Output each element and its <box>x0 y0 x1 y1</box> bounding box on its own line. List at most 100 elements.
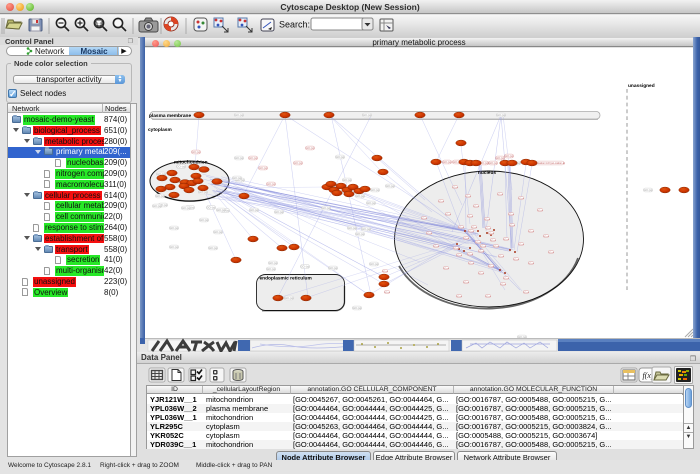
svg-text:GO:-(a): GO:-(a) <box>192 150 201 154</box>
svg-text:GO:-(a): GO:-(a) <box>209 246 218 250</box>
svg-text:GO:-(a): GO:-(a) <box>496 156 505 160</box>
svg-text:GO:nn: GO:nn <box>493 246 499 248</box>
svg-text:GO:nn: GO:nn <box>456 296 462 298</box>
svg-text:1:1: 1:1 <box>96 22 103 27</box>
svg-text:GO:-(a): GO:-(a) <box>285 296 294 300</box>
svg-text:GO:nn: GO:nn <box>468 263 474 265</box>
svg-text:GO:-(a): GO:-(a) <box>235 156 244 160</box>
svg-text:GO:-(a): GO:-(a) <box>250 208 259 212</box>
svg-text:GO:nn: GO:nn <box>537 210 543 212</box>
svg-text:GO:-(a): GO:-(a) <box>156 194 165 198</box>
svg-text:GO:nn: GO:nn <box>468 231 474 233</box>
svg-text:GO:nn: GO:nn <box>518 244 524 246</box>
svg-text:GO:nn: GO:nn <box>463 238 469 240</box>
svg-text:GO:nn: GO:nn <box>528 263 534 265</box>
svg-text:GO:nn: GO:nn <box>452 187 458 189</box>
svg-text:GO:nn: GO:nn <box>518 198 524 200</box>
svg-text:GO:nn: GO:nn <box>548 252 554 254</box>
svg-text:GO:nn: GO:nn <box>480 246 486 248</box>
svg-text:cytoplasm: cytoplasm <box>148 127 172 133</box>
svg-text:GO:-(a): GO:-(a) <box>644 188 653 192</box>
svg-text:GO:nn: GO:nn <box>488 266 494 268</box>
svg-text:nucleus: nucleus <box>478 170 496 176</box>
svg-text:GO:-(a): GO:-(a) <box>363 113 372 117</box>
svg-text:GO:nn: GO:nn <box>421 218 427 220</box>
svg-text:GO:-(a): GO:-(a) <box>170 245 179 249</box>
svg-text:GO:nn: GO:nn <box>484 219 490 221</box>
svg-text:annotation.GO (an-cation-a): annotation.GO (an-cation-a) <box>533 161 565 165</box>
svg-text:GO:-(a): GO:-(a) <box>329 266 338 270</box>
svg-text:plasma membrane: plasma membrane <box>149 113 191 119</box>
svg-text:GO:-(a): GO:-(a) <box>353 306 362 310</box>
svg-text:GO:-(a): GO:-(a) <box>443 160 452 164</box>
svg-text:GO:-(a): GO:-(a) <box>343 178 352 182</box>
svg-text:GO:nn: GO:nn <box>503 278 509 280</box>
svg-text:GO:nn: GO:nn <box>473 206 479 208</box>
svg-text:GO:nn: GO:nn <box>543 236 549 238</box>
svg-text:GO:-(a): GO:-(a) <box>367 201 376 205</box>
svg-text:GO:nn: GO:nn <box>500 284 506 286</box>
svg-text:GO:nn: GO:nn <box>443 268 449 270</box>
svg-text:GO:nn: GO:nn <box>498 256 504 258</box>
svg-text:GO:nn: GO:nn <box>465 196 471 198</box>
svg-text:GO:-(a): GO:-(a) <box>294 161 303 165</box>
svg-text:GO:-(a): GO:-(a) <box>182 206 191 210</box>
svg-text:GO:nn: GO:nn <box>523 292 529 294</box>
svg-text:GO:nn: GO:nn <box>497 194 503 196</box>
svg-text:GO:nn: GO:nn <box>508 214 514 216</box>
svg-text:GO:-(a): GO:-(a) <box>356 194 365 198</box>
svg-text:GO:-(a): GO:-(a) <box>322 206 331 210</box>
svg-text:GO:-(a): GO:-(a) <box>269 261 278 265</box>
svg-text:GO:nn: GO:nn <box>445 214 451 216</box>
svg-text:GO:nn: GO:nn <box>488 233 494 235</box>
svg-text:GO:nn: GO:nn <box>453 248 459 250</box>
svg-text:endoplasmic reticulum: endoplasmic reticulum <box>260 276 312 282</box>
svg-text:GO:nn: GO:nn <box>438 201 444 203</box>
svg-text:GO:nn: GO:nn <box>509 225 515 227</box>
svg-text:GO:-(a): GO:-(a) <box>306 146 315 150</box>
svg-text:GO:nn: GO:nn <box>467 254 473 256</box>
svg-text:GO:-(a): GO:-(a) <box>233 176 242 180</box>
svg-text:GO:-(a): GO:-(a) <box>217 208 226 212</box>
svg-text:unassigned: unassigned <box>628 83 655 89</box>
svg-text:GO:-(a): GO:-(a) <box>348 226 357 230</box>
svg-text:GO:-(a): GO:-(a) <box>489 161 498 165</box>
svg-text:GO:-(a): GO:-(a) <box>267 182 276 186</box>
svg-text:GO:nn: GO:nn <box>463 282 469 284</box>
svg-text:GO:-(a): GO:-(a) <box>370 262 379 266</box>
svg-text:GO:-(a): GO:-(a) <box>200 218 209 222</box>
svg-text:GO:-(a): GO:-(a) <box>362 227 371 231</box>
svg-text:GO:-(a): GO:-(a) <box>497 113 506 117</box>
svg-text:mitochondrion: mitochondrion <box>174 160 208 166</box>
svg-text:GO:-(a): GO:-(a) <box>371 188 380 192</box>
svg-text:GO:-(a): GO:-(a) <box>214 230 223 234</box>
svg-text:GO:nn: GO:nn <box>382 271 388 273</box>
svg-text:GO:nn: GO:nn <box>384 292 390 294</box>
svg-text:Search:: Search: <box>279 20 310 30</box>
svg-text:GO:-(a): GO:-(a) <box>153 204 162 208</box>
svg-text:GO:nn: GO:nn <box>467 216 473 218</box>
svg-text:GO:-(a): GO:-(a) <box>235 113 244 117</box>
svg-text:GO:nn: GO:nn <box>426 233 432 235</box>
svg-text:GO:nn: GO:nn <box>478 251 484 253</box>
svg-text:GO:nn: GO:nn <box>503 239 509 241</box>
svg-text:GO:nn: GO:nn <box>478 273 484 275</box>
svg-text:GO:nn: GO:nn <box>458 227 464 229</box>
svg-text:GO:-(a): GO:-(a) <box>170 226 179 230</box>
svg-text:GO:nn: GO:nn <box>475 242 481 244</box>
svg-text:GO:-(a): GO:-(a) <box>301 265 310 269</box>
svg-text:GO:-(a): GO:-(a) <box>356 232 365 236</box>
svg-text:GO:-(a): GO:-(a) <box>386 184 395 188</box>
svg-text:GO:nn: GO:nn <box>433 246 439 248</box>
svg-text:GO:-(a): GO:-(a) <box>267 267 276 271</box>
svg-text:GO:-(a): GO:-(a) <box>249 156 258 160</box>
svg-text:GO:nn: GO:nn <box>485 296 491 298</box>
svg-text:GO:-(a): GO:-(a) <box>207 206 216 210</box>
svg-text:GO:-(a): GO:-(a) <box>336 155 345 159</box>
svg-text:GO:nn: GO:nn <box>456 255 462 257</box>
svg-text:GO:nn: GO:nn <box>490 240 496 242</box>
svg-text:GO:nn: GO:nn <box>528 231 534 233</box>
svg-text:GO:-(a): GO:-(a) <box>275 210 284 214</box>
svg-text:GO:nn: GO:nn <box>513 259 519 261</box>
svg-text:GO:-(a): GO:-(a) <box>505 154 514 158</box>
